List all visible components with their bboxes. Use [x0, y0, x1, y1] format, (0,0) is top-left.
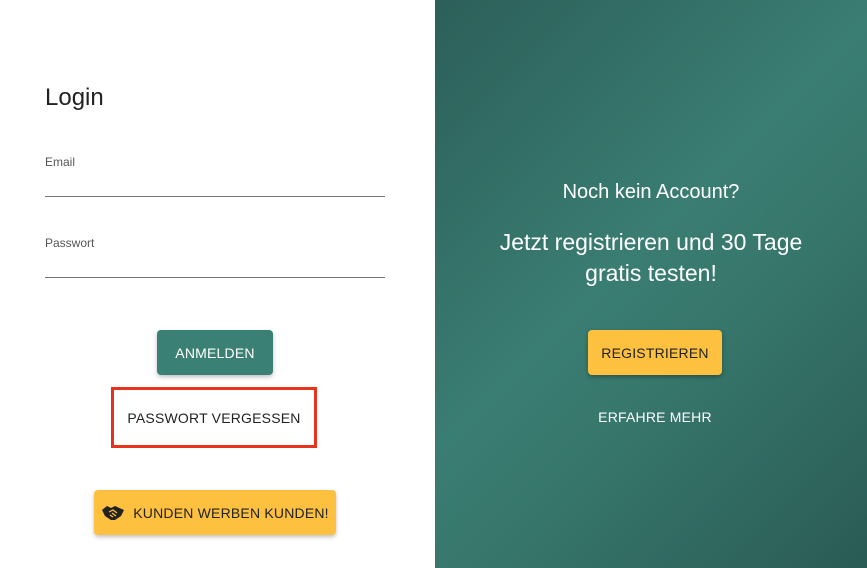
promo-headline: Jetzt registrieren und 30 Tage gratis te… [499, 229, 803, 286]
login-title: Login [45, 84, 104, 111]
email-input[interactable] [45, 169, 385, 197]
signup-panel: Noch kein Account? Jetzt registrieren un… [435, 0, 867, 568]
handshake-icon [102, 505, 125, 520]
password-label: Passwort [45, 236, 95, 250]
forgot-password-highlight: PASSWORT VERGESSEN [111, 387, 317, 448]
register-button[interactable]: REGISTRIEREN [588, 330, 722, 375]
email-field: Email [45, 155, 385, 197]
referral-button[interactable]: KUNDEN WERBEN KUNDEN! [94, 490, 336, 535]
password-input[interactable] [45, 250, 385, 278]
login-button[interactable]: ANMELDEN [157, 330, 273, 375]
login-panel: Login Email Passwort ANMELDEN PASSWORT V… [0, 0, 435, 568]
password-field: Passwort [45, 236, 385, 278]
learn-more-button[interactable]: ERFAHRE MEHR [585, 399, 725, 435]
forgot-password-button[interactable]: PASSWORT VERGESSEN [114, 390, 314, 445]
no-account-heading: Noch kein Account? [562, 181, 740, 203]
email-label: Email [45, 155, 76, 169]
referral-button-label: KUNDEN WERBEN KUNDEN! [133, 504, 329, 521]
